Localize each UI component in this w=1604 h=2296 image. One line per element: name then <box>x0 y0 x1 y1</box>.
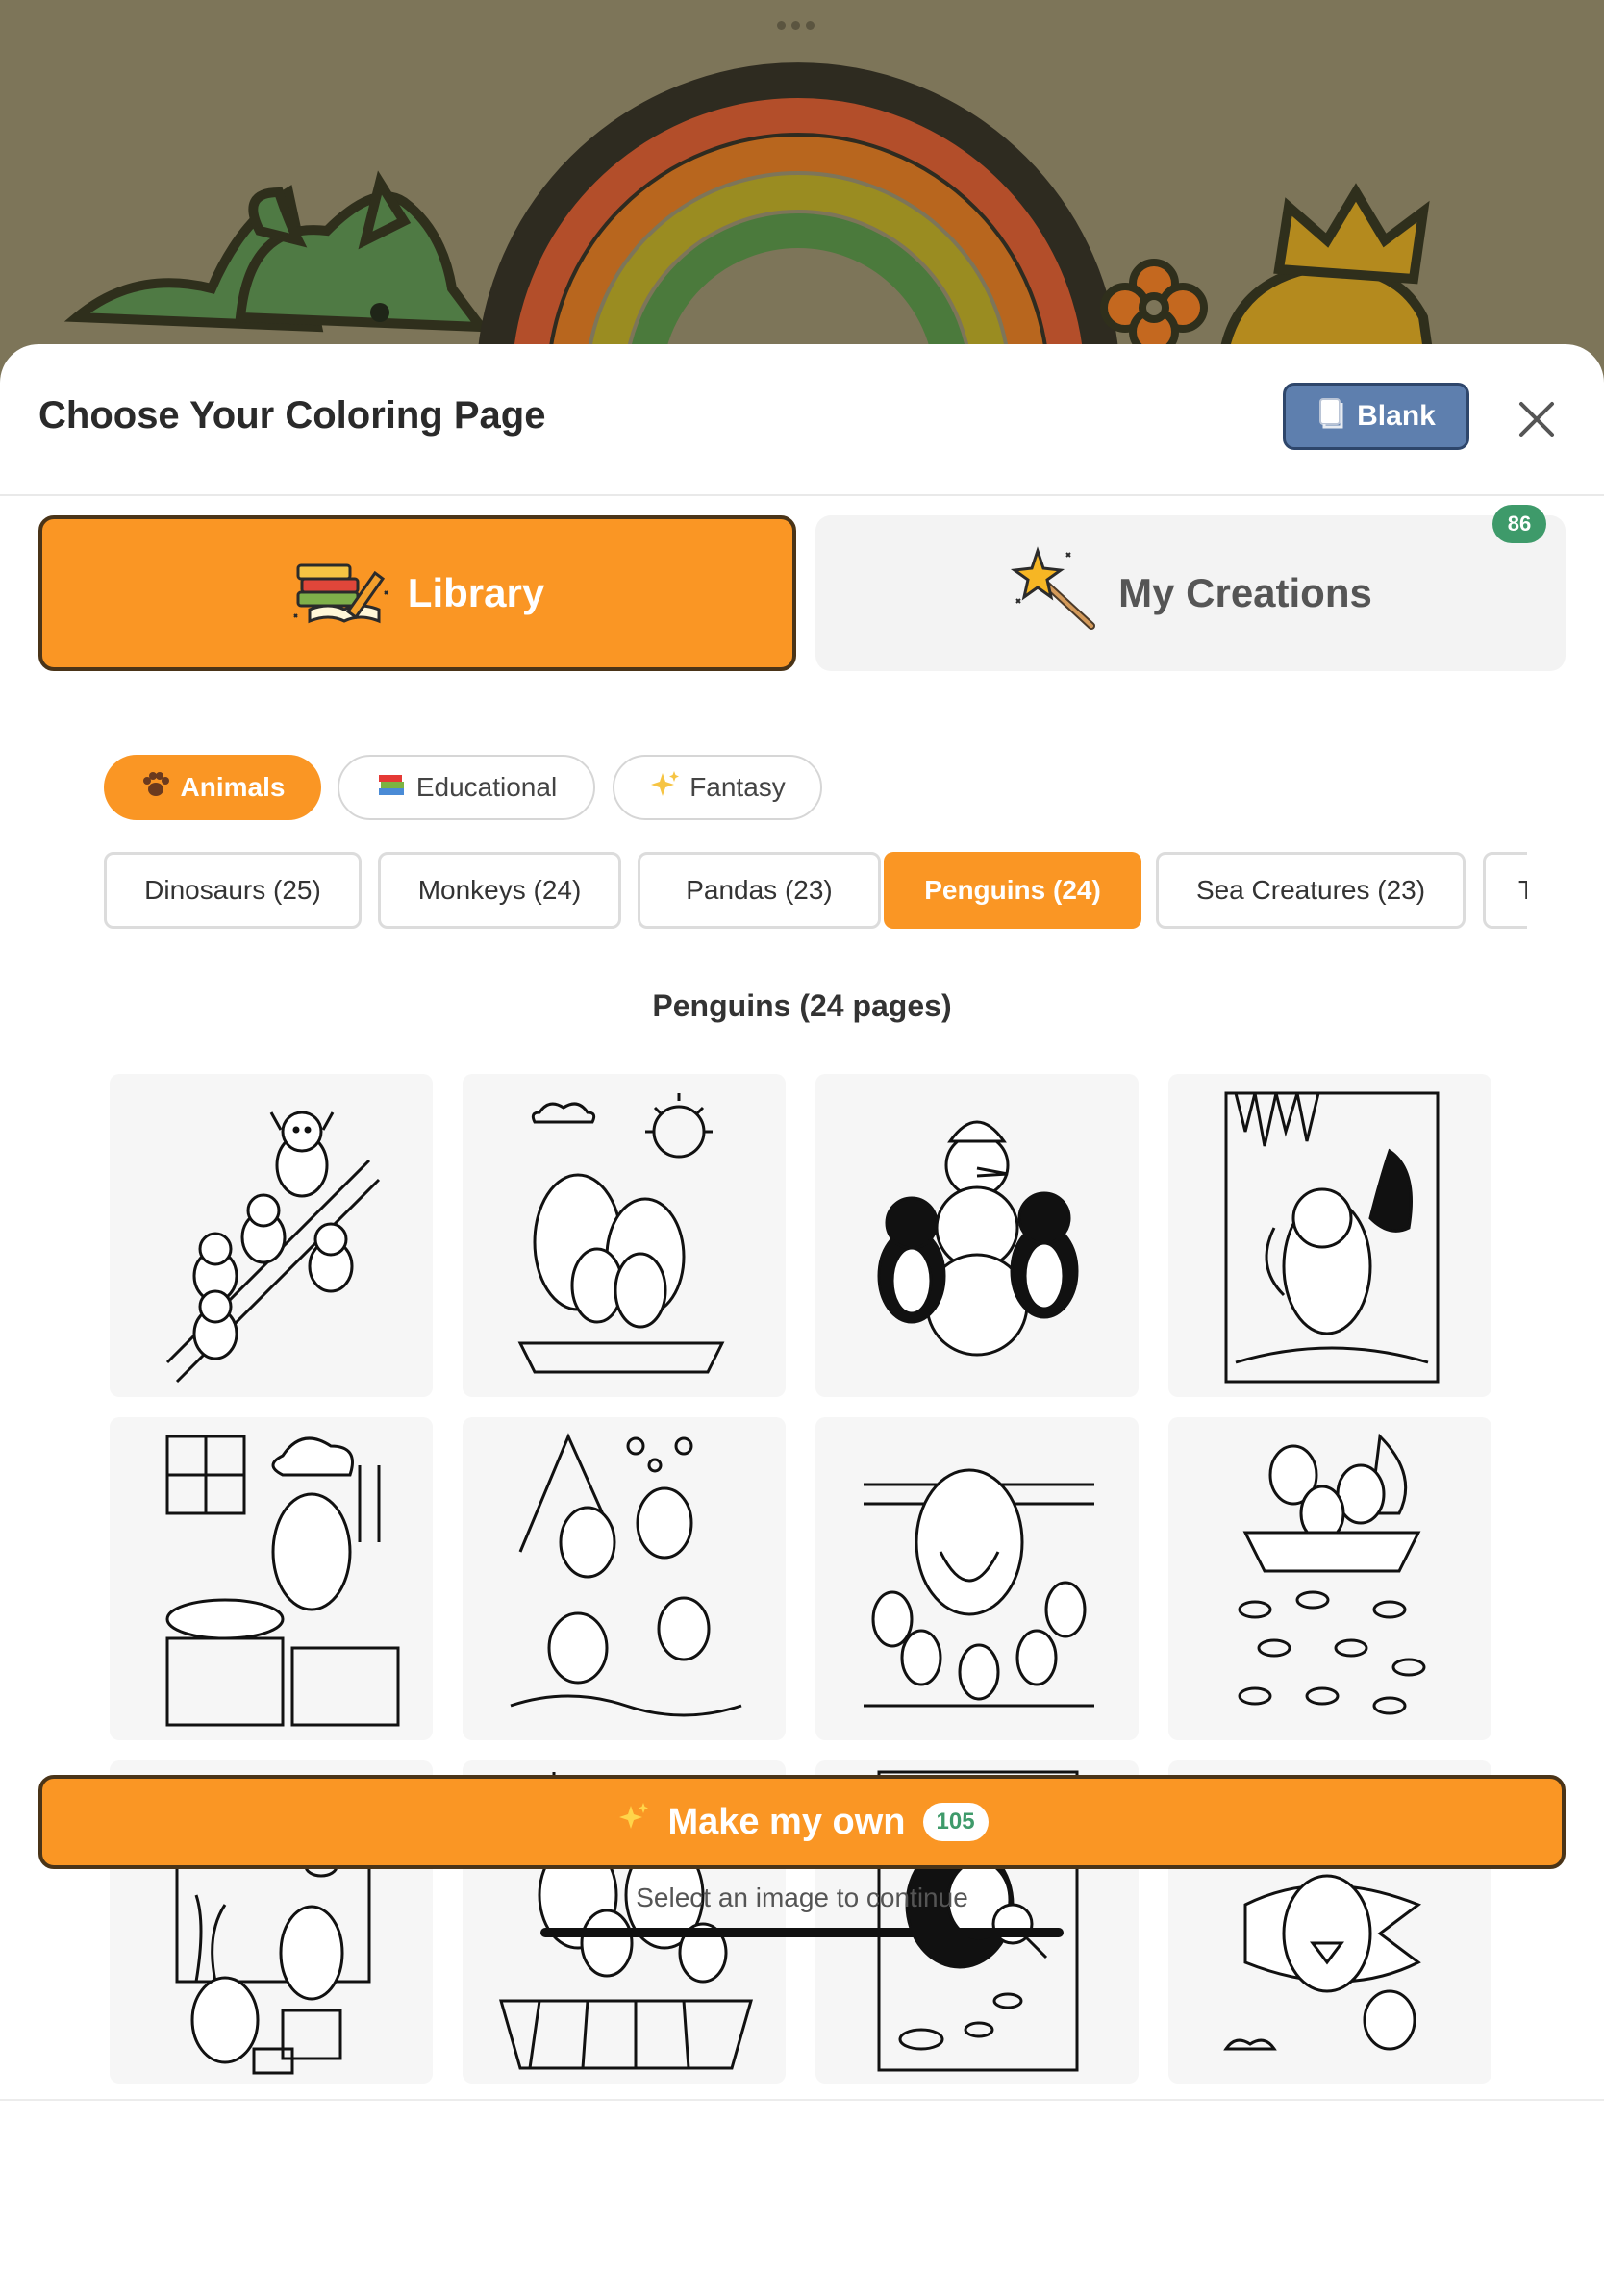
category-fantasy[interactable]: Fantasy <box>613 755 822 820</box>
coloring-page-sheet: Choose Your Coloring Page Blank Library <box>0 344 1604 2296</box>
coloring-page-thumbnail[interactable] <box>463 1417 786 1740</box>
sheet-header: Choose Your Coloring Page Blank <box>0 344 1604 496</box>
tab-my-creations[interactable]: My Creations <box>815 515 1566 671</box>
background-artwork <box>0 0 1604 385</box>
category-label: Animals <box>180 772 286 802</box>
coloring-page-thumbnail[interactable] <box>463 1074 786 1397</box>
footer-bar <box>0 2099 1604 2296</box>
penguin-chef-image <box>165 1435 400 1727</box>
penguin-family-image <box>517 1093 725 1374</box>
penguins-splashing-image <box>510 1433 742 1717</box>
subcategory-sea-creatures[interactable]: Sea Creatures (23) <box>1156 852 1466 929</box>
subcategory-row[interactable]: Dinosaurs (25) Monkeys (24) Pandas (23) … <box>104 852 1527 933</box>
home-indicator[interactable] <box>540 1928 1064 1937</box>
tab-library-label: Library <box>407 570 545 615</box>
blank-button[interactable]: Blank <box>1283 383 1469 450</box>
blank-button-label: Blank <box>1357 400 1436 432</box>
creations-count-badge: 86 <box>1492 505 1546 543</box>
sheet-grabber[interactable] <box>777 17 831 30</box>
credits-count-badge: 105 <box>922 1803 989 1841</box>
category-animals[interactable]: Animals <box>104 755 321 820</box>
coloring-page-thumbnail[interactable] <box>815 1074 1139 1397</box>
selection-hint: Select an image to continue <box>636 1883 968 1912</box>
penguin-ice-cave-image <box>1224 1091 1440 1384</box>
subcategory-monkeys[interactable]: Monkeys (24) <box>378 852 621 929</box>
sparkles-icon <box>649 769 680 807</box>
books-pencil-icon <box>290 550 390 636</box>
category-label: Fantasy <box>689 772 786 802</box>
category-label: Educational <box>415 772 558 802</box>
snowman-penguins-image <box>877 1120 1079 1357</box>
make-my-own-button[interactable]: Make my own 105 <box>38 1775 1566 1869</box>
page-title: Choose Your Coloring Page <box>38 394 546 437</box>
subcategory-dinosaurs[interactable]: Dinosaurs (25) <box>104 852 362 929</box>
coloring-page-thumbnail[interactable] <box>1168 1417 1491 1740</box>
tab-library[interactable]: Library <box>38 515 796 671</box>
subcategory-pandas[interactable]: Pandas (23) <box>638 852 881 929</box>
page-icon <box>1316 396 1345 437</box>
section-title: Penguins (24 pages) <box>652 988 952 1023</box>
coloring-page-thumbnail[interactable] <box>815 1417 1139 1740</box>
category-educational[interactable]: Educational <box>338 755 595 820</box>
magic-wand-icon <box>1009 545 1101 641</box>
coloring-page-thumbnail[interactable] <box>1168 1074 1491 1397</box>
penguins-sledding-image <box>165 1111 381 1384</box>
sparkles-icon <box>615 1800 650 1844</box>
books-icon <box>376 770 407 806</box>
grandpa-penguin-image <box>864 1468 1094 1708</box>
make-my-own-label: Make my own <box>667 1801 906 1842</box>
penguins-boat-fish-image <box>1238 1433 1426 1715</box>
tab-my-creations-label: My Creations <box>1118 570 1372 615</box>
coloring-page-thumbnail[interactable] <box>110 1417 433 1740</box>
coloring-page-thumbnail[interactable] <box>110 1074 433 1397</box>
paw-icon <box>140 770 171 806</box>
subcategory-next[interactable]: T <box>1483 852 1527 929</box>
close-icon[interactable] <box>1512 394 1562 444</box>
subcategory-penguins[interactable]: Penguins (24) <box>884 852 1141 929</box>
